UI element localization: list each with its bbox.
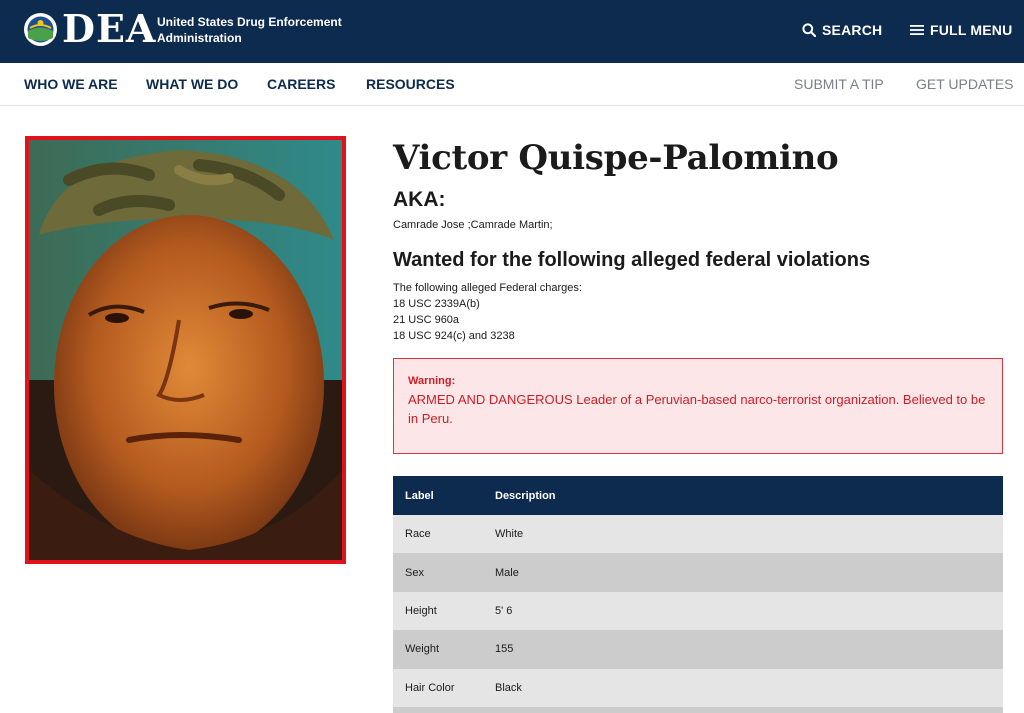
table-row: Hair Color Black: [393, 668, 1003, 707]
warning-label: Warning:: [408, 375, 456, 387]
table-row: Height 5' 6: [393, 591, 1003, 631]
row-label: Height: [405, 604, 437, 617]
agency-name: United States Drug Enforcement Administr…: [157, 15, 342, 45]
details-table: Label Description Race White Sex Male He…: [393, 476, 1003, 713]
charge-item: 18 USC 924(c) and 3238: [393, 330, 515, 342]
row-value: 5' 6: [495, 604, 513, 617]
charges-intro: The following alleged Federal charges:: [393, 282, 582, 294]
table-row: [393, 706, 1003, 713]
search-icon: [802, 23, 816, 37]
row-label: Sex: [405, 566, 424, 579]
fugitive-name: Victor Quispe-Palomino: [393, 138, 839, 178]
fugitive-photo: [25, 136, 346, 564]
column-header-label: Label: [405, 489, 434, 502]
charge-item: 21 USC 960a: [393, 314, 460, 326]
row-value: Male: [495, 566, 519, 579]
row-value: Black: [495, 681, 522, 694]
site-header: DEA United States Drug Enforcement Admin…: [0, 0, 1024, 63]
nav-submit-a-tip[interactable]: SUBMIT A TIP: [794, 76, 884, 92]
nav-what-we-do[interactable]: WHAT WE DO: [146, 76, 238, 92]
column-header-description: Description: [495, 489, 556, 502]
aka-heading: AKA:: [393, 188, 446, 211]
search-label: SEARCH: [822, 22, 883, 38]
warning-box: Warning: ARMED AND DANGEROUS Leader of a…: [393, 358, 1003, 454]
row-value: White: [495, 528, 524, 541]
row-label: Weight: [405, 643, 440, 656]
nav-resources[interactable]: RESOURCES: [366, 76, 455, 92]
nav-who-we-are[interactable]: WHO WE ARE: [24, 76, 118, 92]
row-label: Hair Color: [405, 681, 455, 694]
dea-seal-logo[interactable]: [24, 13, 57, 46]
row-label: Race: [405, 528, 431, 541]
aka-value: Camrade Jose ;Camrade Martin;: [393, 219, 553, 231]
table-header: Label Description: [393, 476, 1003, 515]
table-row: Sex Male: [393, 553, 1003, 592]
warning-text: ARMED AND DANGEROUS Leader of a Peruvian…: [408, 392, 986, 426]
charge-item: 18 USC 2339A(b): [393, 298, 480, 310]
main-nav: WHO WE ARE WHAT WE DO CAREERS RESOURCES …: [0, 63, 1024, 106]
nav-get-updates[interactable]: GET UPDATES: [916, 76, 1014, 92]
table-row: Race White: [393, 515, 1003, 554]
nav-careers[interactable]: CAREERS: [267, 76, 335, 92]
full-menu-button[interactable]: FULL MENU: [910, 20, 1012, 40]
charges-list: The following alleged Federal charges: 1…: [393, 280, 582, 344]
search-button[interactable]: SEARCH: [802, 20, 882, 40]
row-value: 155: [495, 643, 514, 656]
violations-heading: Wanted for the following alleged federal…: [393, 249, 871, 271]
full-menu-label: FULL MENU: [930, 22, 1013, 38]
dea-wordmark[interactable]: DEA: [62, 7, 156, 51]
table-row: Weight 155: [393, 630, 1003, 669]
hamburger-menu-icon: [910, 25, 924, 35]
